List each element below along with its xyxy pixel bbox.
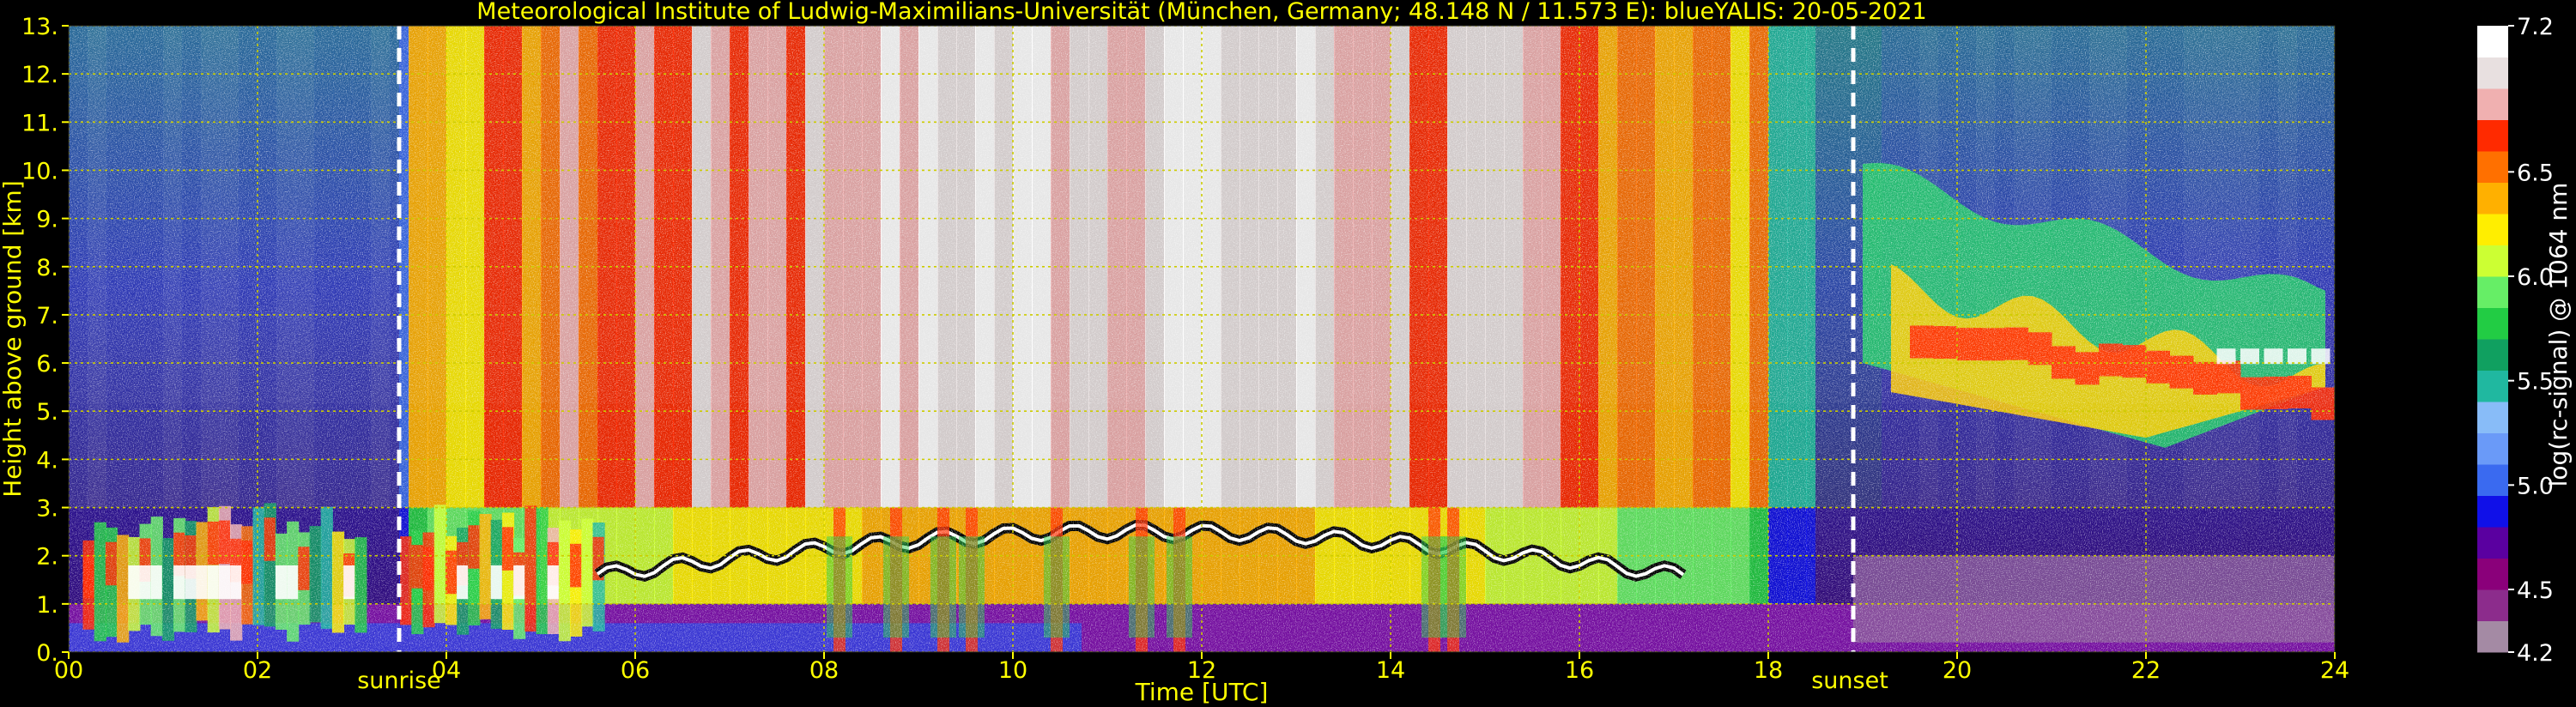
x-tick-label: 24 <box>2320 657 2349 684</box>
y-axis-label: Height above ground [km] <box>0 180 27 498</box>
colorbar-segment <box>2477 151 2508 183</box>
colorbar-segment <box>2477 57 2508 89</box>
colorbar-segment <box>2477 26 2508 57</box>
x-tick-label: 10 <box>998 657 1027 684</box>
colorbar-segment <box>2477 307 2508 340</box>
colorbar-segment <box>2477 402 2508 433</box>
colorbar-segment <box>2477 88 2508 120</box>
colorbar-segment <box>2477 245 2508 277</box>
y-tick-label: 1. <box>36 592 58 619</box>
colorbar-segment <box>2477 495 2508 528</box>
x-tick-label: 14 <box>1376 657 1405 684</box>
colorbar-segment <box>2477 182 2508 215</box>
colorbar-segment <box>2477 214 2508 245</box>
y-tick-label: 11. <box>21 110 58 136</box>
x-tick-label: 20 <box>1943 657 1972 684</box>
colorbar-segment <box>2477 432 2508 465</box>
x-axis-label: Time [UTC] <box>1135 678 1269 706</box>
colorbar-segment <box>2477 276 2508 308</box>
y-tick-label: 3. <box>36 496 58 523</box>
colorbar-label: log(rc-signal) @ 1064 nm <box>2544 183 2573 487</box>
y-tick-label: 0. <box>36 640 58 667</box>
colorbar-tick-label: 7.2 <box>2517 14 2554 40</box>
y-tick-label: 7. <box>36 303 58 329</box>
x-tick-label: 18 <box>1754 657 1783 684</box>
colorbar-segment <box>2477 119 2508 152</box>
colorbar-segment <box>2477 558 2508 590</box>
y-tick-label: 13. <box>21 14 58 40</box>
x-tick-label: 22 <box>2131 657 2161 684</box>
y-tick-label: 2. <box>36 544 58 571</box>
x-tick-label: 08 <box>809 657 839 684</box>
y-tick-label: 4. <box>36 447 58 474</box>
y-tick-label: 10. <box>21 158 58 184</box>
colorbar-tick-label: 4.2 <box>2517 640 2554 667</box>
lidar-quicklook-chart: 00 02 04 06 08 10 12 14 16 18 20 22 240.1.2.3.4.5.6.… <box>0 0 2573 706</box>
colorbar-tick-label: 4.5 <box>2517 577 2554 604</box>
chart-title: Meteorological Institute of Ludwig-Maxim… <box>476 0 1926 25</box>
colorbar-segment <box>2477 589 2508 621</box>
colorbar-segment <box>2477 339 2508 371</box>
plot-area <box>69 26 2355 652</box>
y-tick-label: 6. <box>36 351 58 378</box>
y-tick-label: 12. <box>21 62 58 88</box>
y-tick-label: 5. <box>36 399 58 426</box>
x-tick-label: 16 <box>1565 657 1594 684</box>
colorbar-segment <box>2477 620 2508 653</box>
colorbar-segment <box>2477 527 2508 559</box>
sun-marker-label: sunrise <box>357 668 441 694</box>
x-tick-label: 02 <box>243 657 272 684</box>
signal-column-mid <box>2335 508 2355 604</box>
y-tick-label: 8. <box>36 255 58 281</box>
signal-column-upper <box>2335 26 2355 508</box>
x-tick-label: 06 <box>621 657 650 684</box>
colorbar: 4.24.55.05.56.06.57.2 <box>2477 14 2554 667</box>
colorbar-segment <box>2477 370 2508 402</box>
colorbar-segment <box>2477 464 2508 496</box>
sun-marker-label: sunset <box>1811 668 1888 694</box>
y-tick-label: 9. <box>36 207 58 233</box>
